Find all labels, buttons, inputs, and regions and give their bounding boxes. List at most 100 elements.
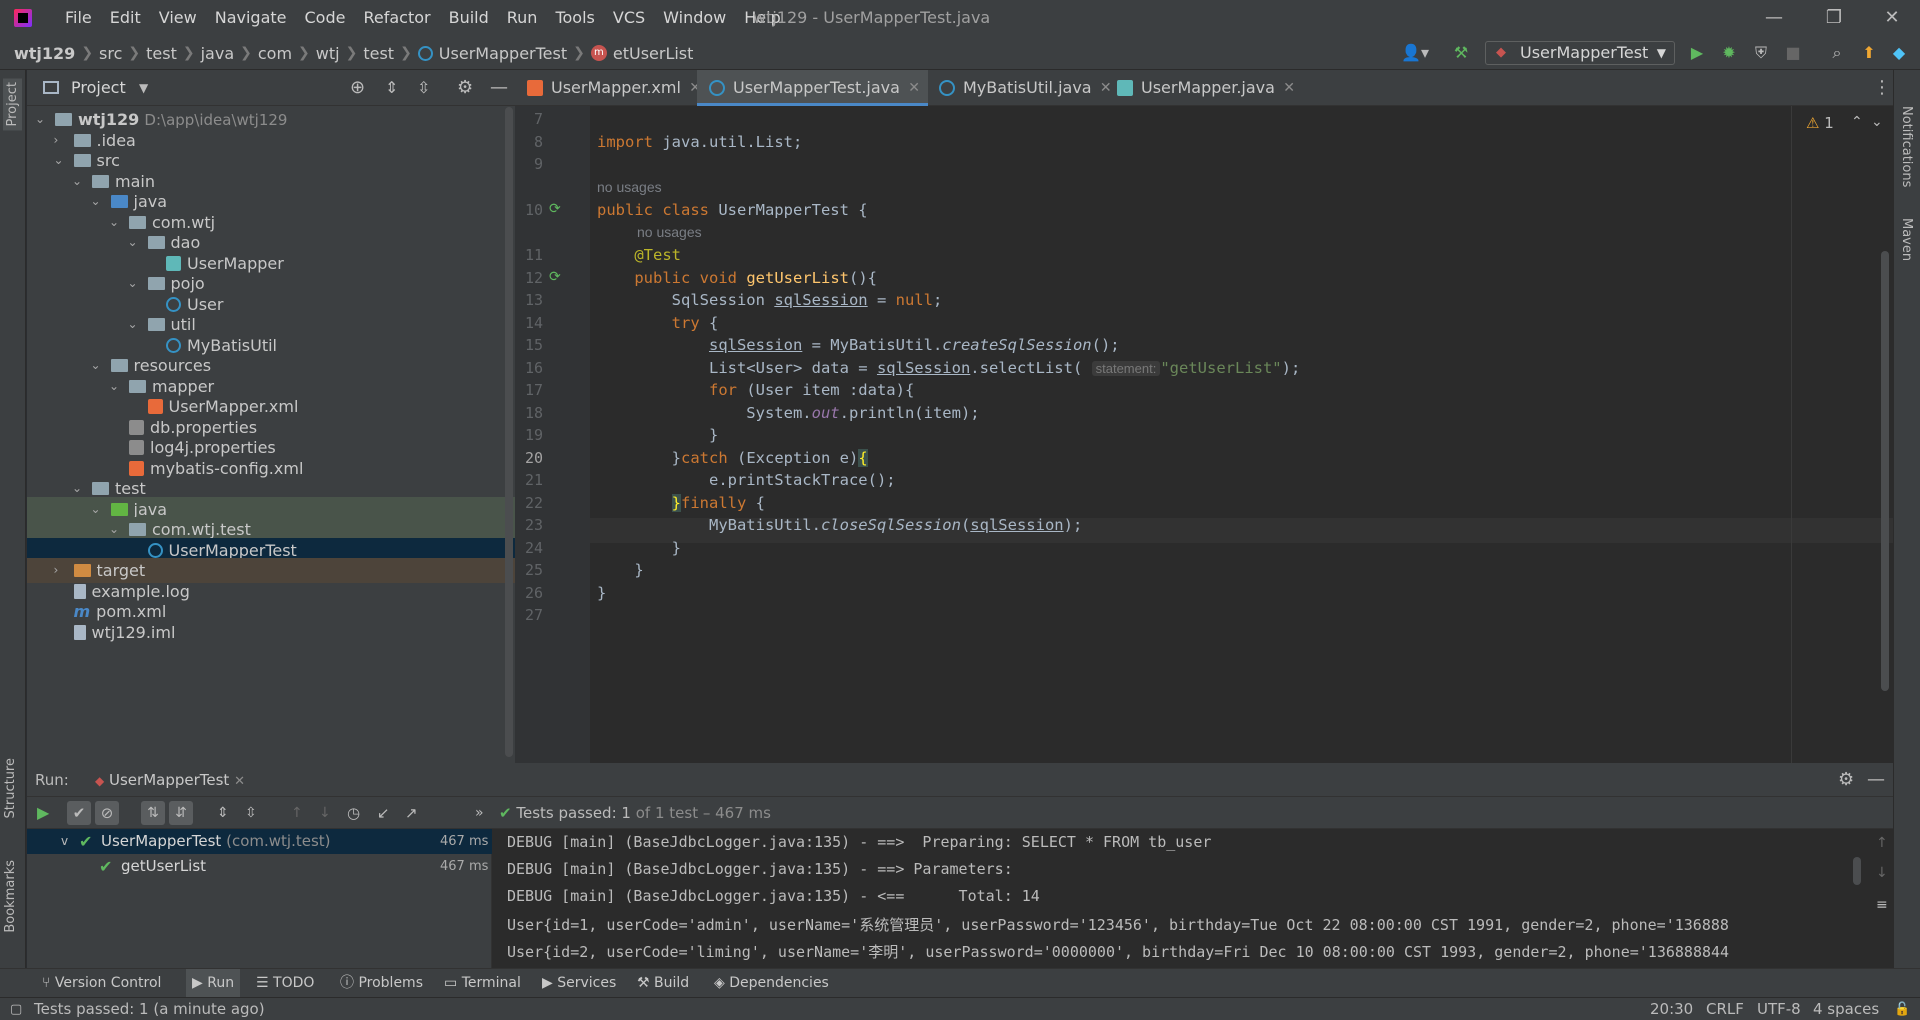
close-icon[interactable]: ✕ <box>1864 0 1920 36</box>
tool-dependencies[interactable]: ◈ Dependencies <box>714 969 829 998</box>
show-passed-toggle[interactable]: ✔ <box>67 801 91 825</box>
run-configuration-select[interactable]: ◆ UserMapperTest ▼ <box>1485 41 1675 65</box>
expand-all-icon[interactable]: ⇕ <box>217 797 229 829</box>
project-tool-tab[interactable]: Project <box>3 78 22 131</box>
debug-icon[interactable]: ✹ <box>1718 42 1740 64</box>
tool-version-control[interactable]: ⑂ Version Control <box>42 969 161 998</box>
next-highlight-icon[interactable]: ⌄ <box>1871 114 1883 130</box>
test-row-class[interactable]: v ✔ UserMapperTest (com.wtj.test) 467 ms <box>27 829 492 854</box>
console-scrollbar[interactable] <box>1853 857 1861 885</box>
indent-setting[interactable]: 4 spaces <box>1813 998 1879 1020</box>
crumb-java[interactable]: java <box>201 44 235 63</box>
stop-icon[interactable]: ■ <box>1782 42 1804 64</box>
menu-window[interactable]: Window <box>654 0 735 36</box>
scroll-down-icon[interactable]: ↓ <box>1876 865 1888 881</box>
menu-code[interactable]: Code <box>296 0 355 36</box>
crumb-test-pkg[interactable]: test <box>363 44 394 63</box>
test-row-method[interactable]: ✔ getUserList 467 ms <box>27 854 492 879</box>
run-tab-usermappertest[interactable]: ◆ UserMapperTest ✕ <box>95 763 245 799</box>
tab-usermappertest-java[interactable]: UserMapperTest.java ✕ <box>697 70 928 106</box>
next-failed-icon[interactable]: ↓ <box>319 797 331 829</box>
crumb-wtj[interactable]: wtj <box>316 44 340 63</box>
soft-wrap-icon[interactable]: ≡ <box>1876 897 1888 913</box>
code-editor[interactable]: ⚠ 1 ⌃ ⌄ 7 8 import java.util.List; 9 no … <box>515 106 1893 763</box>
chevron-down-icon[interactable]: v <box>61 829 68 854</box>
project-scrollbar[interactable] <box>505 107 513 757</box>
menu-tools[interactable]: Tools <box>546 0 603 36</box>
tool-todo[interactable]: ☰ TODO <box>256 969 314 998</box>
sort-duration-icon[interactable]: ⇵ <box>169 801 193 825</box>
tab-usermapper-java[interactable]: UserMapper.java ✕ <box>1105 70 1303 106</box>
caret-position[interactable]: 20:30 <box>1650 998 1693 1020</box>
menu-file[interactable]: File <box>56 0 101 36</box>
hide-panel-icon[interactable]: — <box>490 70 508 106</box>
menu-navigate[interactable]: Navigate <box>206 0 296 36</box>
scroll-up-icon[interactable]: ↑ <box>1876 835 1888 851</box>
close-icon[interactable]: ✕ <box>908 70 920 106</box>
crumb-test[interactable]: test <box>146 44 177 63</box>
tab-usermapper-xml[interactable]: UserMapper.xml ✕ <box>515 70 709 106</box>
menu-edit[interactable]: Edit <box>101 0 150 36</box>
run-test-gutter-icon[interactable]: ⟳ <box>549 269 561 285</box>
more-actions-icon[interactable]: » <box>475 797 484 829</box>
menu-refactor[interactable]: Refactor <box>354 0 439 36</box>
line-separator[interactable]: CRLF <box>1706 998 1744 1020</box>
lock-icon[interactable]: 🔓 <box>1894 998 1910 1020</box>
crumb-project[interactable]: wtj129 <box>14 44 75 63</box>
tool-problems[interactable]: ⓘ Problems <box>340 969 423 998</box>
structure-tool-tab[interactable]: Structure <box>3 758 18 818</box>
prev-failed-icon[interactable]: ↑ <box>291 797 303 829</box>
maven-tool-tab[interactable]: Maven <box>1899 218 1914 261</box>
hide-panel-icon[interactable]: — <box>1867 763 1885 797</box>
more-tabs-icon[interactable]: ⋮ <box>1873 70 1891 106</box>
run-icon[interactable]: ▶ <box>1686 42 1708 64</box>
user-dropdown-icon[interactable]: 👤▾ <box>1398 42 1432 64</box>
editor-scrollbar[interactable] <box>1881 251 1889 691</box>
crumb-class[interactable]: UserMapperTest <box>439 44 567 63</box>
update-icon[interactable]: ⬆ <box>1858 42 1880 64</box>
crumb-src[interactable]: src <box>99 44 122 63</box>
expand-all-icon[interactable]: ⇕ <box>385 70 398 106</box>
tree-item[interactable]: wtj129.iml <box>27 620 515 645</box>
test-history-icon[interactable]: ◷ <box>347 797 360 829</box>
status-square-icon[interactable]: ▢ <box>10 998 22 1020</box>
chevron-down-icon[interactable]: ▼ <box>139 70 148 106</box>
project-panel-title[interactable]: Project <box>71 70 126 106</box>
warning-icon[interactable]: ⚠ 1 <box>1806 114 1834 132</box>
tab-mybatisutil-java[interactable]: MyBatisUtil.java ✕ <box>927 70 1120 106</box>
tool-services[interactable]: ▶ Services <box>542 969 616 998</box>
tool-build[interactable]: ⚒ Build <box>637 969 689 998</box>
usage-hint[interactable]: no usages <box>597 179 662 195</box>
jetbrains-toolbox-icon[interactable]: ◆ <box>1888 42 1910 64</box>
minimize-icon[interactable]: — <box>1746 0 1802 36</box>
menu-vcs[interactable]: VCS <box>604 0 654 36</box>
export-tests-icon[interactable]: ↗ <box>405 797 418 829</box>
build-hammer-icon[interactable]: ⚒ <box>1450 42 1472 64</box>
run-test-gutter-icon[interactable]: ⟳ <box>549 201 561 217</box>
sort-alpha-icon[interactable]: ⇅ <box>141 801 165 825</box>
search-icon[interactable]: ⌕ <box>1826 42 1848 64</box>
close-icon[interactable]: ✕ <box>234 774 245 789</box>
gear-icon[interactable]: ⚙ <box>1838 763 1854 797</box>
import-tests-icon[interactable]: ↙ <box>377 797 390 829</box>
console-output[interactable]: DEBUG [main] (BaseJdbcLogger.java:135) -… <box>493 829 1893 988</box>
status-message[interactable]: Tests passed: 1 (a minute ago) <box>34 998 265 1020</box>
show-ignored-toggle[interactable]: ⊘ <box>95 801 119 825</box>
menu-build[interactable]: Build <box>440 0 498 36</box>
rerun-icon[interactable]: ▶ <box>37 797 49 829</box>
collapse-all-icon[interactable]: ⇳ <box>245 797 257 829</box>
locate-file-icon[interactable]: ⊕ <box>350 70 365 106</box>
tool-run[interactable]: ▶ Run <box>186 969 241 998</box>
notifications-tool-tab[interactable]: Notifications <box>1899 106 1914 187</box>
bookmarks-tool-tab[interactable]: Bookmarks <box>3 860 18 933</box>
file-encoding[interactable]: UTF-8 <box>1757 998 1801 1020</box>
menu-run[interactable]: Run <box>498 0 547 36</box>
prev-highlight-icon[interactable]: ⌃ <box>1851 114 1863 130</box>
tool-terminal[interactable]: ▭ Terminal <box>444 969 521 998</box>
close-icon[interactable]: ✕ <box>1283 70 1295 106</box>
crumb-com[interactable]: com <box>258 44 292 63</box>
coverage-icon[interactable]: ⛨ <box>1750 42 1772 64</box>
menu-view[interactable]: View <box>150 0 206 36</box>
restore-icon[interactable]: ❐ <box>1806 0 1862 36</box>
gear-icon[interactable]: ⚙ <box>457 70 473 106</box>
